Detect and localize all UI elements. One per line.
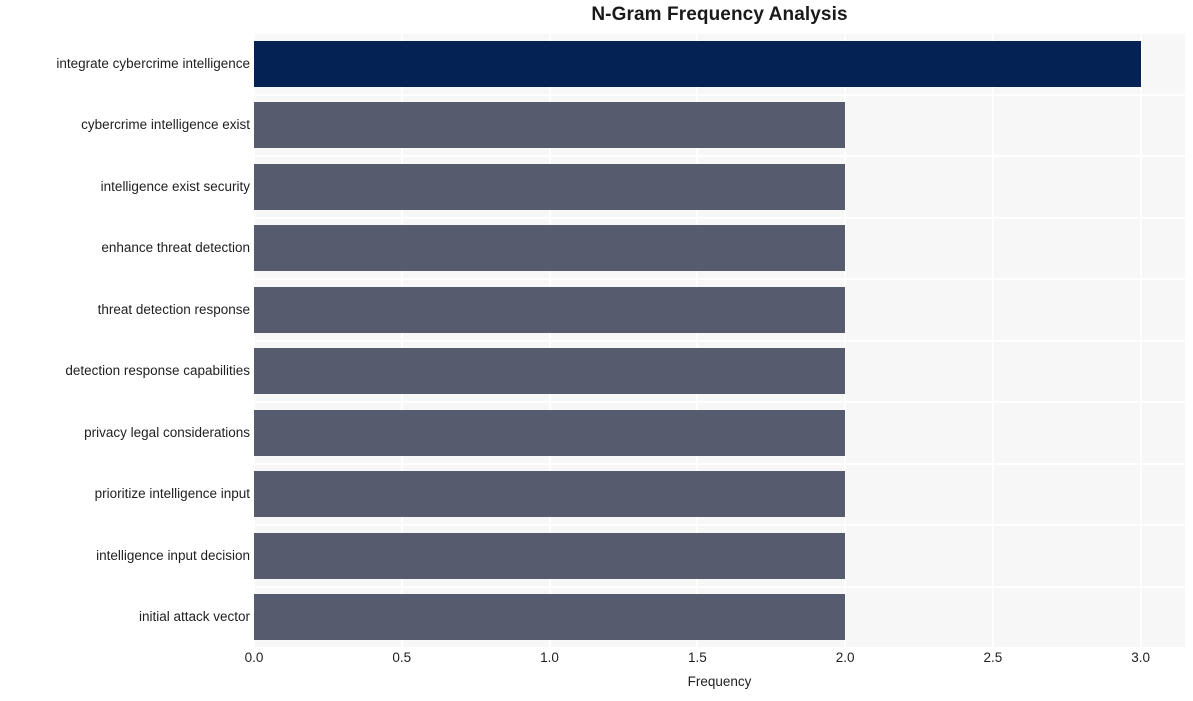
y-axis-tick-label: privacy legal considerations [84,424,250,440]
y-axis-tick-label: integrate cybercrime intelligence [56,55,250,71]
x-axis-tick-label: 0.0 [244,650,264,665]
x-axis-tick-label: 1.5 [687,650,707,665]
horizontal-gridline [254,462,1185,465]
x-axis-tick-labels: 0.0 0.5 1.0 1.5 2.0 2.5 3.0 [0,650,1193,672]
bar[interactable] [254,225,846,272]
x-axis-tick-label: 2.0 [835,650,855,665]
horizontal-gridline [254,339,1185,342]
y-axis-tick-labels: integrate cybercrime intelligence cybercr… [0,33,250,648]
horizontal-gridline [254,585,1185,588]
y-axis-tick-label: threat detection response [97,301,250,317]
bar[interactable] [254,40,1141,87]
y-axis-tick-label: initial attack vector [138,609,250,625]
bar[interactable] [254,594,846,641]
y-axis-tick-label: detection response capabilities [65,363,250,379]
x-axis-label: Frequency [687,674,752,689]
horizontal-gridline [254,401,1185,403]
y-axis-tick-label: cybercrime intelligence exist [81,117,250,133]
x-axis-tick-label: 3.0 [1131,650,1151,665]
bar[interactable] [254,286,846,333]
bar[interactable] [254,348,846,395]
horizontal-gridline [254,647,1185,648]
horizontal-gridline [254,216,1185,219]
x-axis-tick-label: 2.5 [983,650,1003,665]
y-axis-tick-label: enhance threat detection [101,240,250,256]
chart-title: N-Gram Frequency Analysis [591,4,848,25]
horizontal-gridline [254,524,1185,526]
y-axis-tick-label: intelligence exist security [100,178,250,194]
x-axis-tick-label: 0.5 [392,650,412,665]
x-axis-tick-label: 1.0 [540,650,559,665]
bar[interactable] [254,409,846,456]
bar[interactable] [254,532,846,579]
y-axis-tick-label: intelligence input decision [96,547,250,563]
bar[interactable] [254,471,846,518]
y-axis-tick-label: prioritize intelligence input [94,486,250,502]
horizontal-gridline [254,155,1185,157]
horizontal-gridline [254,93,1185,96]
plot-area [254,33,1185,648]
bar[interactable] [254,102,846,149]
chart-figure: N-Gram Frequency Analysis integrate cybe… [0,0,1193,701]
horizontal-gridline [254,278,1185,280]
horizontal-gridline [254,33,1185,34]
bar[interactable] [254,163,846,210]
